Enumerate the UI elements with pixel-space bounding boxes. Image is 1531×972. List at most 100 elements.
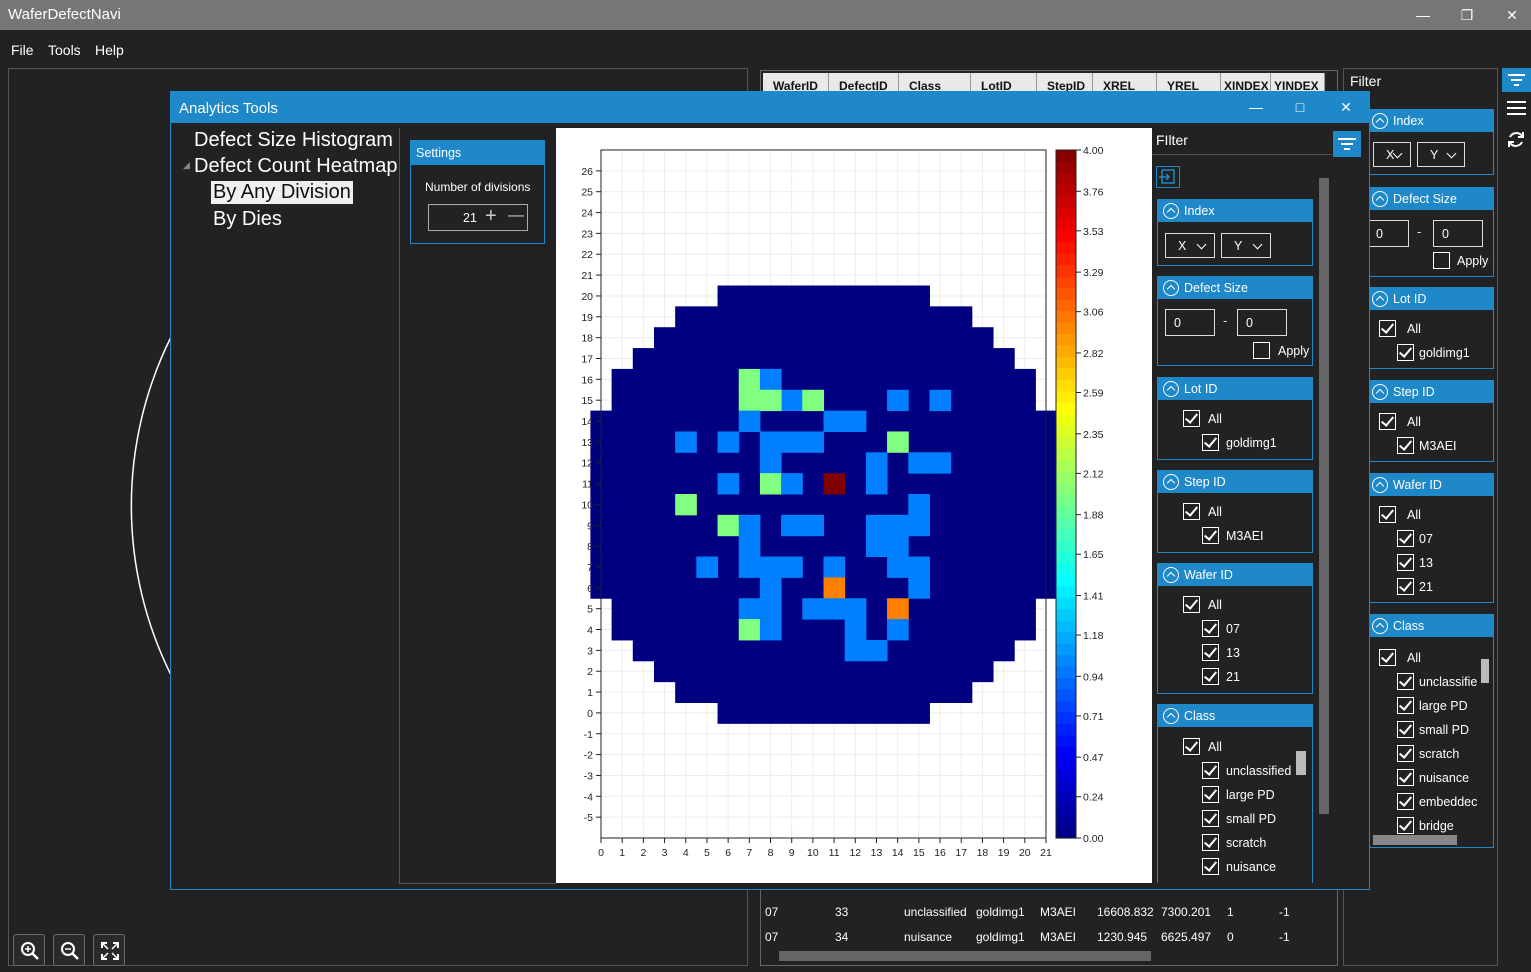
rf-index-y-select[interactable]: Y <box>1417 142 1465 167</box>
rf-wafer-item-checkbox[interactable] <box>1397 578 1414 595</box>
if-wafer-item-checkbox[interactable] <box>1202 620 1219 637</box>
if-class-all-checkbox[interactable] <box>1183 738 1200 755</box>
menu-file[interactable]: File <box>11 42 34 58</box>
rf-class-item-checkbox[interactable] <box>1397 769 1414 786</box>
if-index-x-select[interactable]: X <box>1165 233 1215 258</box>
rf-class-item-checkbox[interactable] <box>1397 745 1414 762</box>
if-wafer-item-checkbox[interactable] <box>1202 644 1219 661</box>
if-class-header[interactable]: Class <box>1158 705 1312 727</box>
inner-filter-scrollbar[interactable] <box>1319 178 1329 814</box>
if-class-item-checkbox[interactable] <box>1202 786 1219 803</box>
rf-class-item-checkbox[interactable] <box>1397 817 1414 834</box>
fit-view-button[interactable] <box>93 934 125 966</box>
if-step-header[interactable]: Step ID <box>1158 471 1312 493</box>
rf-class-all-checkbox[interactable] <box>1379 649 1396 666</box>
rf-defect-size-header[interactable]: Defect Size <box>1367 188 1493 210</box>
heatmap-cell <box>865 535 888 558</box>
if-step-item-checkbox[interactable] <box>1202 527 1219 544</box>
if-wafer-item-checkbox[interactable] <box>1202 668 1219 685</box>
if-index-y-select[interactable]: Y <box>1221 233 1271 258</box>
y-tick-label: 1 <box>587 687 593 699</box>
if-class-item-checkbox[interactable] <box>1202 858 1219 875</box>
divisions-stepper[interactable]: 21 + — <box>428 204 528 231</box>
rf-lot-header[interactable]: Lot ID <box>1367 288 1493 310</box>
rf-step-all-checkbox[interactable] <box>1379 413 1396 430</box>
colorbar-segment <box>1056 780 1076 793</box>
minimize-button[interactable]: — <box>1408 4 1438 26</box>
x-tick-label: 7 <box>746 847 752 859</box>
dialog-title-bar[interactable]: Analytics Tools — □ ✕ <box>171 92 1369 123</box>
if-apply-checkbox[interactable] <box>1253 342 1270 359</box>
decrement-icon[interactable]: — <box>508 207 524 225</box>
if-class-scrollbar[interactable] <box>1296 751 1306 775</box>
rf-class-h-scrollbar[interactable] <box>1373 835 1457 845</box>
if-lot-header[interactable]: Lot ID <box>1158 378 1312 400</box>
rf-class-item-checkbox[interactable] <box>1397 721 1414 738</box>
rf-class-item: scratch <box>1419 747 1460 761</box>
table-row[interactable]: 07 34 nuisance goldimg1 M3AEI 1230.945 6… <box>761 928 1331 952</box>
tree-item-histogram[interactable]: Defect Size Histogram <box>194 129 393 152</box>
if-class-item-checkbox[interactable] <box>1202 762 1219 779</box>
rf-class-item-checkbox[interactable] <box>1397 673 1414 690</box>
rf-class-section: Class All unclassifie large PD small PD … <box>1366 614 1494 848</box>
table-h-scrollbar[interactable] <box>779 951 1151 961</box>
if-wafer-header[interactable]: Wafer ID <box>1158 564 1312 586</box>
dialog-close-button[interactable]: ✕ <box>1331 96 1361 118</box>
close-button[interactable]: ✕ <box>1497 4 1527 26</box>
dialog-maximize-button[interactable]: □ <box>1285 96 1315 118</box>
rf-wafer-all-checkbox[interactable] <box>1379 506 1396 523</box>
export-button[interactable] <box>1156 166 1180 188</box>
menu-help[interactable]: Help <box>95 42 124 58</box>
tree-item-by-dies[interactable]: By Dies <box>213 208 282 231</box>
rf-step-header[interactable]: Step ID <box>1367 381 1493 403</box>
zoom-in-button[interactable] <box>13 934 45 966</box>
heatmap-cell <box>738 535 761 558</box>
restore-button[interactable]: ❐ <box>1452 4 1482 26</box>
rf-wafer-item-checkbox[interactable] <box>1397 530 1414 547</box>
if-lot-item-checkbox[interactable] <box>1202 434 1219 451</box>
colorbar-segment <box>1056 390 1076 403</box>
menu-tools[interactable]: Tools <box>48 42 81 58</box>
rf-class-scrollbar[interactable] <box>1481 659 1489 683</box>
rf-index-header[interactable]: Index <box>1367 110 1493 132</box>
rf-lot-all-checkbox[interactable] <box>1379 320 1396 337</box>
if-wafer-all-checkbox[interactable] <box>1183 596 1200 613</box>
colorbar-tick-label: 0.24 <box>1083 792 1104 804</box>
rf-size-min-input[interactable]: 0 <box>1367 220 1409 247</box>
list-tab-button[interactable] <box>1504 98 1529 120</box>
if-class-item-checkbox[interactable] <box>1202 810 1219 827</box>
rf-lot-item-checkbox[interactable] <box>1397 344 1414 361</box>
if-lot-all-checkbox[interactable] <box>1183 410 1200 427</box>
heatmap-cell <box>929 389 952 412</box>
if-class-item-checkbox[interactable] <box>1202 834 1219 851</box>
if-size-max-input[interactable]: 0 <box>1237 309 1287 336</box>
zoom-out-button[interactable] <box>53 934 85 966</box>
dialog-minimize-button[interactable]: — <box>1241 96 1271 118</box>
rf-class-item-checkbox[interactable] <box>1397 697 1414 714</box>
rf-class-item-checkbox[interactable] <box>1397 793 1414 810</box>
if-step-label: Step ID <box>1184 475 1226 489</box>
rf-apply-checkbox[interactable] <box>1433 252 1450 269</box>
rf-class-header[interactable]: Class <box>1367 615 1493 637</box>
inner-filter-button[interactable] <box>1333 131 1361 157</box>
tree-expander-icon[interactable]: ◢ <box>183 160 190 171</box>
menu-bar: File Tools Help <box>0 30 1531 66</box>
colorbar-segment <box>1056 723 1076 736</box>
rf-index-x-select[interactable]: X <box>1373 142 1411 167</box>
tree-item-heatmap[interactable]: Defect Count Heatmap <box>194 155 397 178</box>
rf-wafer-header[interactable]: Wafer ID <box>1367 474 1493 496</box>
if-defect-size-header[interactable]: Defect Size <box>1158 277 1312 299</box>
y-tick-label: -5 <box>584 812 593 824</box>
refresh-button[interactable] <box>1504 128 1529 152</box>
if-index-header[interactable]: Index <box>1158 200 1312 222</box>
table-row[interactable]: 07 33 unclassified goldimg1 M3AEI 16608.… <box>761 903 1331 927</box>
filter-tab-button[interactable] <box>1502 68 1531 92</box>
rf-step-item-checkbox[interactable] <box>1397 437 1414 454</box>
y-tick-label: 8 <box>587 541 593 553</box>
tree-item-by-any-division[interactable]: By Any Division <box>211 181 353 204</box>
rf-size-max-input[interactable]: 0 <box>1433 220 1483 247</box>
if-step-all-checkbox[interactable] <box>1183 503 1200 520</box>
increment-icon[interactable]: + <box>485 205 497 228</box>
if-size-min-input[interactable]: 0 <box>1165 309 1215 336</box>
rf-wafer-item-checkbox[interactable] <box>1397 554 1414 571</box>
